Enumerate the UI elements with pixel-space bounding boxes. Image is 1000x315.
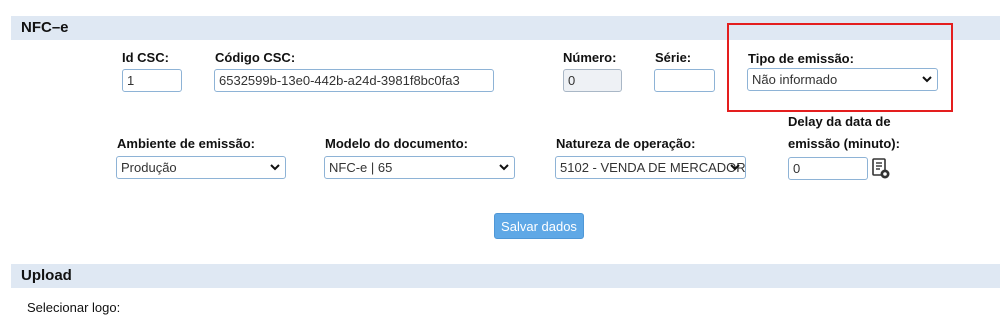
ambiente-select[interactable]: Produção	[116, 156, 286, 179]
modelo-select[interactable]: NFC-e | 65	[324, 156, 515, 179]
highlight-box	[727, 23, 953, 112]
upload-section-title: Upload	[21, 267, 72, 284]
serie-label: Série:	[655, 50, 692, 65]
delay-label-line1: Delay da data de	[788, 114, 891, 129]
delay-label-line2: emissão (minuto):	[788, 136, 900, 151]
chevron-down-icon	[730, 164, 740, 171]
selecionar-logo-label: Selecionar logo:	[27, 300, 121, 315]
chevron-down-icon	[499, 164, 509, 171]
numero-input[interactable]: 0	[563, 69, 622, 92]
codigo-csc-input[interactable]: 6532599b-13e0-442b-a24d-3981f8bc0fa3	[214, 69, 494, 92]
save-button[interactable]: Salvar dados	[494, 213, 584, 239]
chevron-down-icon	[270, 164, 280, 171]
numero-label: Número:	[563, 50, 617, 65]
ambiente-label: Ambiente de emissão:	[117, 136, 255, 151]
natureza-value: 5102 - VENDA DE MERCADORIA	[560, 160, 746, 175]
document-gear-icon[interactable]	[871, 158, 891, 180]
id-csc-label: Id CSC:	[122, 50, 169, 65]
natureza-label: Natureza de operação:	[556, 136, 696, 151]
id-csc-input[interactable]: 1	[122, 69, 182, 92]
ambiente-value: Produção	[121, 160, 177, 175]
natureza-select[interactable]: 5102 - VENDA DE MERCADORIA	[555, 156, 746, 179]
delay-input[interactable]: 0	[788, 157, 868, 180]
serie-input[interactable]	[654, 69, 715, 92]
upload-section-header: Upload	[11, 264, 1000, 288]
codigo-csc-label: Código CSC:	[215, 50, 296, 65]
modelo-value: NFC-e | 65	[329, 160, 393, 175]
nfce-section-title: NFC–e	[21, 19, 69, 36]
modelo-label: Modelo do documento:	[325, 136, 468, 151]
